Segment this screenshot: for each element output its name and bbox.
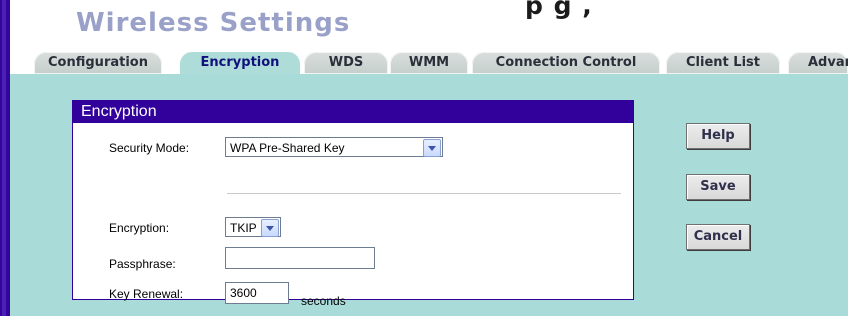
tab-client-list[interactable]: Client List xyxy=(666,52,780,74)
chevron-down-icon[interactable] xyxy=(261,219,279,237)
top-cut-off-text: p g , xyxy=(525,0,593,20)
tab-advanced[interactable]: Advar xyxy=(788,52,848,74)
page-title: Wireless Settings xyxy=(76,8,351,38)
encryption-label: Encryption: xyxy=(109,221,170,235)
section-divider xyxy=(227,193,621,194)
help-button[interactable]: Help xyxy=(686,123,750,149)
tab-bar: Configuration Encryption WDS WMM Connect… xyxy=(10,52,848,74)
security-mode-select[interactable]: WPA Pre-Shared Key xyxy=(225,137,443,157)
panel-title: Encryption xyxy=(73,101,633,123)
passphrase-label: Passphrase: xyxy=(109,257,176,271)
key-renewal-unit: seconds xyxy=(301,294,346,308)
security-mode-value: WPA Pre-Shared Key xyxy=(230,141,345,155)
encryption-select[interactable]: TKIP xyxy=(225,217,281,237)
tab-wmm[interactable]: WMM xyxy=(390,52,468,74)
content-area: Encryption Security Mode: WPA Pre-Shared… xyxy=(10,74,848,316)
save-button[interactable]: Save xyxy=(686,174,750,200)
tab-configuration[interactable]: Configuration xyxy=(34,52,162,74)
tab-wds[interactable]: WDS xyxy=(304,52,388,74)
cancel-button[interactable]: Cancel xyxy=(686,224,750,250)
chevron-down-icon[interactable] xyxy=(423,139,441,157)
key-renewal-label: Key Renewal: xyxy=(109,287,184,301)
tab-encryption[interactable]: Encryption xyxy=(180,52,300,74)
key-renewal-field[interactable]: 3600 xyxy=(225,282,289,304)
encryption-panel: Encryption Security Mode: WPA Pre-Shared… xyxy=(72,100,634,308)
tab-connection-control[interactable]: Connection Control xyxy=(472,52,660,74)
left-edge-strip xyxy=(0,0,10,316)
encryption-value: TKIP xyxy=(230,221,257,235)
security-mode-label: Security Mode: xyxy=(109,141,190,155)
passphrase-field[interactable] xyxy=(225,247,375,269)
